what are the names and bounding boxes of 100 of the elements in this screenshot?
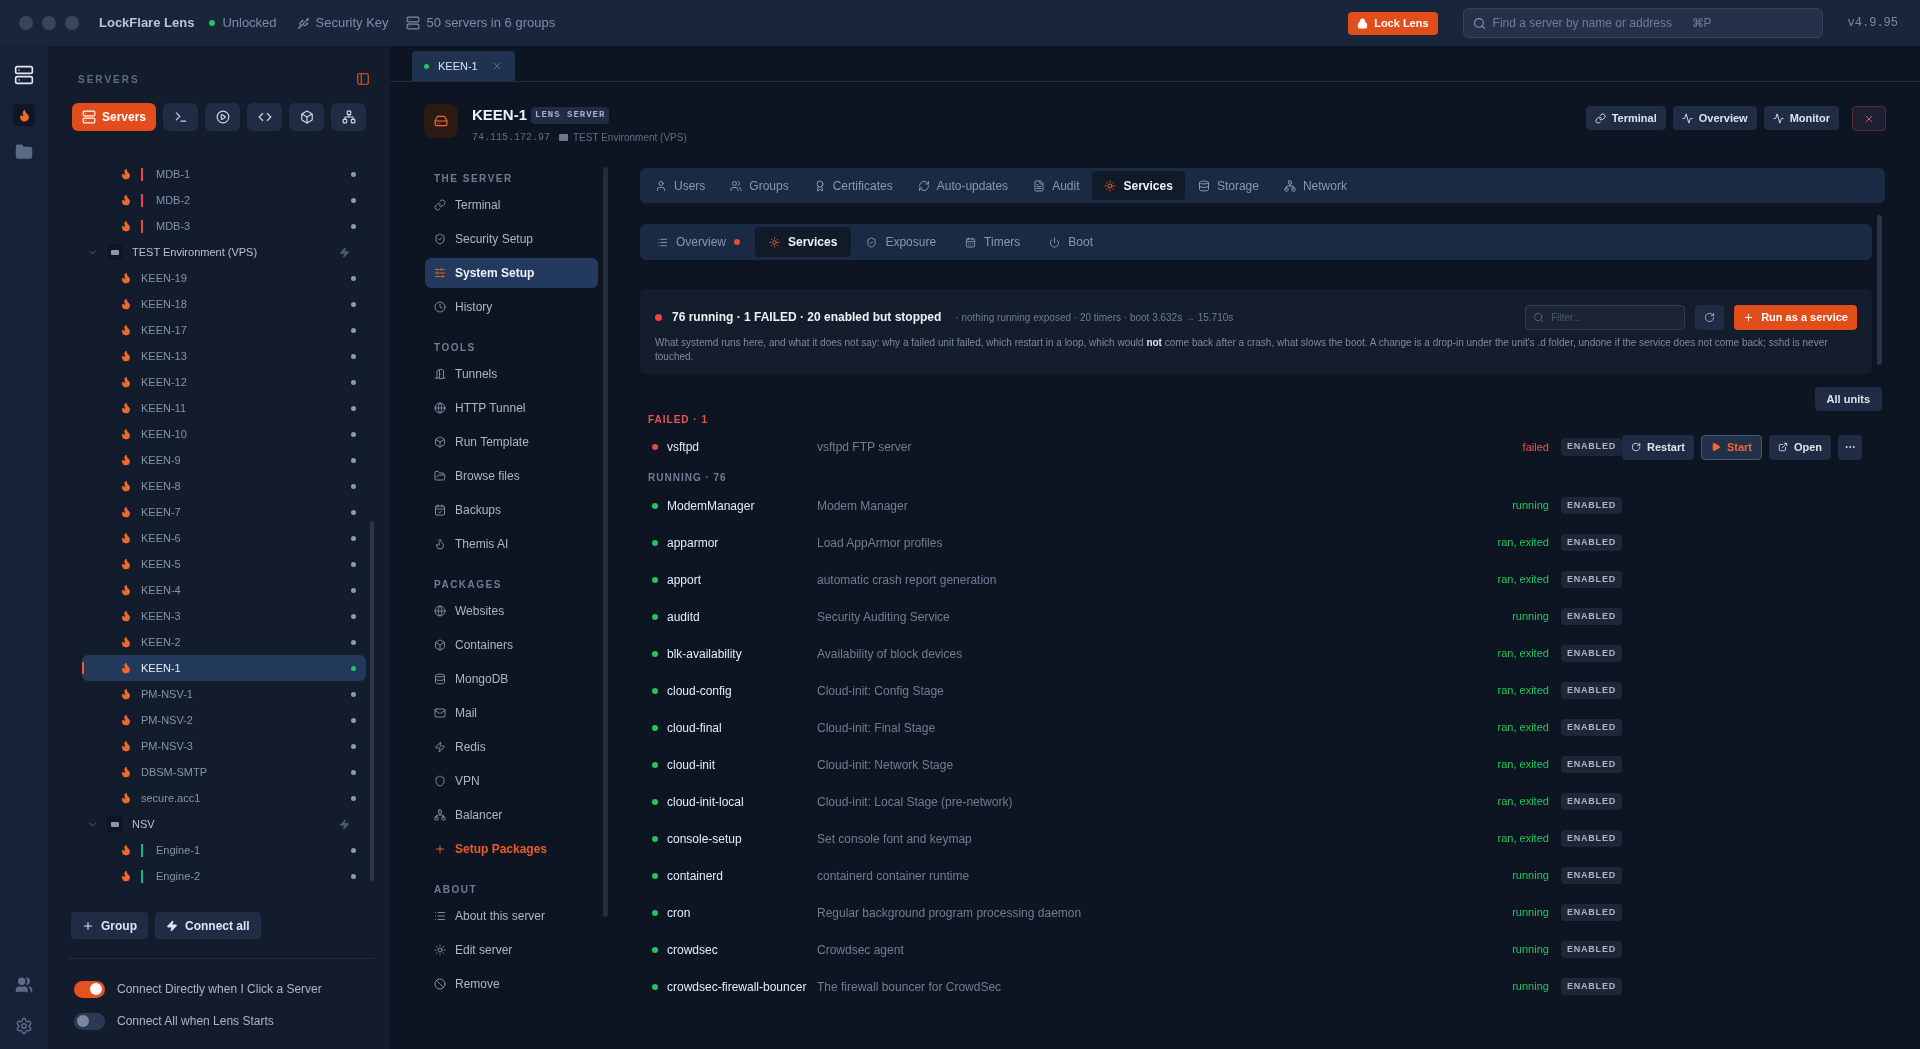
refresh-button[interactable] bbox=[1695, 304, 1725, 330]
server-item[interactable]: KEEN-17 bbox=[82, 317, 366, 343]
nav-item[interactable]: Containers bbox=[425, 630, 598, 660]
server-item[interactable]: KEEN-7 bbox=[82, 499, 366, 525]
group-row[interactable]: TEST Environment (VPS) bbox=[82, 239, 366, 265]
tab[interactable]: Auto-updates bbox=[905, 171, 1021, 200]
subtab[interactable]: Timers bbox=[951, 227, 1035, 257]
server-item[interactable]: Engine-2 bbox=[82, 863, 366, 889]
subtab[interactable]: Boot bbox=[1035, 227, 1107, 257]
nav-item[interactable]: Websites bbox=[425, 596, 598, 626]
run-service-button[interactable]: Run as a service bbox=[1734, 304, 1857, 330]
subtab[interactable]: Exposure bbox=[852, 227, 951, 257]
server-item[interactable]: Engine-1 bbox=[82, 837, 366, 863]
users-icon[interactable] bbox=[15, 976, 33, 994]
toggle-switch[interactable] bbox=[74, 980, 105, 998]
nav-item[interactable]: Balancer bbox=[425, 800, 598, 830]
folder-icon[interactable] bbox=[15, 143, 33, 161]
server-item[interactable]: KEEN-8 bbox=[82, 473, 366, 499]
nav-item[interactable]: Remove bbox=[425, 969, 598, 999]
server-item[interactable]: KEEN-6 bbox=[82, 525, 366, 551]
toolbar-button[interactable] bbox=[331, 103, 367, 131]
flame-logo-icon[interactable] bbox=[13, 104, 35, 126]
nav-item[interactable]: System Setup bbox=[425, 258, 598, 288]
lightning-icon[interactable] bbox=[339, 818, 350, 830]
unit-action-button[interactable]: Restart bbox=[1622, 434, 1694, 460]
server-item[interactable]: KEEN-10 bbox=[82, 421, 366, 447]
server-item[interactable]: KEEN-12 bbox=[82, 369, 366, 395]
toolbar-button[interactable] bbox=[289, 103, 325, 131]
tab[interactable]: Network bbox=[1271, 171, 1359, 200]
header-button[interactable]: Monitor bbox=[1763, 106, 1839, 130]
server-item[interactable]: KEEN-5 bbox=[82, 551, 366, 577]
nav-item[interactable]: History bbox=[425, 292, 598, 322]
enabled-badge: ENABLED bbox=[1560, 718, 1622, 737]
toolbar-button[interactable] bbox=[247, 103, 283, 131]
server-name: secure.acc1 bbox=[141, 790, 201, 806]
nav-item[interactable]: About this server bbox=[425, 901, 598, 931]
server-tab[interactable]: KEEN-1 bbox=[412, 51, 515, 81]
server-item[interactable]: KEEN-18 bbox=[82, 291, 366, 317]
flame-icon bbox=[120, 662, 132, 674]
toolbar-button[interactable] bbox=[205, 103, 241, 131]
add-group-button[interactable]: Group bbox=[71, 912, 148, 939]
header-button[interactable]: Overview bbox=[1672, 106, 1757, 130]
unit-description: Cloud-init: Config Stage bbox=[817, 682, 944, 700]
server-item[interactable]: DBSM-SMTP bbox=[82, 759, 366, 785]
server-item[interactable]: MDB-2 bbox=[82, 187, 366, 213]
server-item[interactable]: KEEN-13 bbox=[82, 343, 366, 369]
nav-item[interactable]: Redis bbox=[425, 732, 598, 762]
unit-action-button[interactable]: Open bbox=[1768, 434, 1832, 460]
tab[interactable]: Users bbox=[643, 171, 718, 200]
unit-status: running bbox=[1512, 942, 1549, 958]
server-name: DBSM-SMTP bbox=[141, 764, 207, 780]
subtab[interactable]: Overview bbox=[643, 227, 754, 257]
servers-icon[interactable] bbox=[14, 65, 34, 85]
server-item[interactable]: PM-NSV-3 bbox=[82, 733, 366, 759]
servers-tab[interactable]: Servers bbox=[72, 103, 157, 131]
tab[interactable]: Groups bbox=[718, 171, 801, 200]
tab[interactable]: Certificates bbox=[801, 171, 905, 200]
server-item[interactable]: KEEN-4 bbox=[82, 577, 366, 603]
server-item[interactable]: KEEN-3 bbox=[82, 603, 366, 629]
nav-item[interactable]: Mail bbox=[425, 698, 598, 728]
server-item[interactable]: KEEN-11 bbox=[82, 395, 366, 421]
globe-icon bbox=[434, 402, 446, 414]
nav-item[interactable]: Edit server bbox=[425, 935, 598, 965]
server-item[interactable]: KEEN-1 bbox=[82, 655, 366, 681]
nav-item[interactable]: Run Template bbox=[425, 427, 598, 457]
nav-item[interactable]: VPN bbox=[425, 766, 598, 796]
settings-icon[interactable] bbox=[15, 1017, 33, 1035]
all-units-button[interactable]: All units bbox=[1814, 387, 1882, 411]
tab[interactable]: Services bbox=[1092, 171, 1185, 200]
unit-action-button[interactable]: Start bbox=[1700, 434, 1762, 460]
nav-item[interactable]: HTTP Tunnel bbox=[425, 393, 598, 423]
server-item[interactable]: KEEN-2 bbox=[82, 629, 366, 655]
server-item[interactable]: PM-NSV-2 bbox=[82, 707, 366, 733]
server-item[interactable]: MDB-3 bbox=[82, 213, 366, 239]
nav-item[interactable]: Browse files bbox=[425, 461, 598, 491]
nav-item[interactable]: Backups bbox=[425, 495, 598, 525]
server-item[interactable]: KEEN-9 bbox=[82, 447, 366, 473]
toggle-switch[interactable] bbox=[74, 1012, 105, 1030]
shortcut-hint: ⌘P bbox=[1691, 15, 1712, 32]
connect-all-button[interactable]: Connect all bbox=[155, 912, 261, 939]
panel-toggle-icon[interactable] bbox=[356, 72, 370, 86]
lightning-icon[interactable] bbox=[339, 246, 350, 258]
server-item[interactable]: MDB-1 bbox=[82, 161, 366, 187]
tab[interactable]: Storage bbox=[1185, 171, 1271, 200]
group-row[interactable]: NSV bbox=[82, 811, 366, 837]
nav-item[interactable]: Tunnels bbox=[425, 359, 598, 389]
nav-item[interactable]: Themis AI bbox=[425, 529, 598, 559]
lock-button[interactable]: Lock Lens bbox=[1348, 11, 1438, 35]
unit-status: running bbox=[1512, 905, 1549, 921]
header-button[interactable]: Terminal bbox=[1585, 106, 1666, 130]
server-item[interactable]: PM-NSV-1 bbox=[82, 681, 366, 707]
nav-item[interactable]: Security Setup bbox=[425, 224, 598, 254]
server-item[interactable]: secure.acc1 bbox=[82, 785, 366, 811]
nav-item[interactable]: MongoDB bbox=[425, 664, 598, 694]
subtab[interactable]: Services bbox=[755, 227, 852, 257]
toolbar-button[interactable] bbox=[163, 103, 199, 131]
nav-item[interactable]: Terminal bbox=[425, 190, 598, 220]
server-item[interactable]: KEEN-19 bbox=[82, 265, 366, 291]
nav-item[interactable]: Setup Packages bbox=[425, 834, 598, 864]
tab[interactable]: Audit bbox=[1021, 171, 1092, 200]
